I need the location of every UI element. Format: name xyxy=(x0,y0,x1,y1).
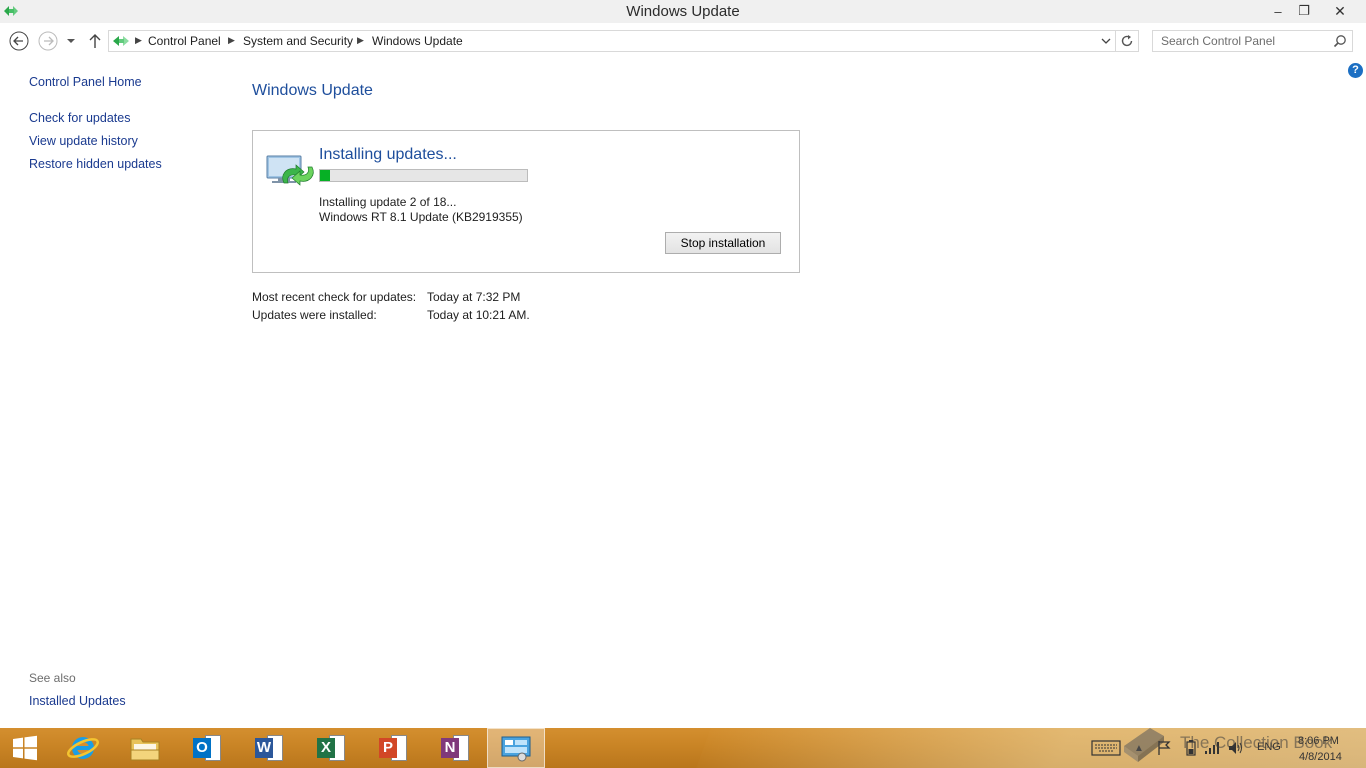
close-button[interactable]: ✕ xyxy=(1317,0,1363,22)
excel-icon: X xyxy=(317,735,345,761)
help-icon[interactable]: ? xyxy=(1348,63,1363,78)
minimize-button[interactable]: – xyxy=(1265,0,1291,22)
address-bar[interactable]: ▶ Control Panel ▶ System and Security ▶ … xyxy=(108,30,1116,52)
back-arrow-icon xyxy=(9,31,29,51)
restore-hidden-updates-link[interactable]: Restore hidden updates xyxy=(29,157,162,171)
title-bar: Windows Update – ❐ ✕ xyxy=(0,0,1366,23)
breadcrumb-control-panel[interactable]: Control Panel xyxy=(148,34,221,48)
internet-explorer-button[interactable] xyxy=(54,728,112,768)
control-panel-button[interactable] xyxy=(487,728,545,768)
file-explorer-button[interactable] xyxy=(116,728,174,768)
up-button[interactable] xyxy=(84,30,106,52)
outlook-icon: O xyxy=(193,735,221,761)
windows-update-icon xyxy=(266,155,314,186)
breadcrumb-separator-icon[interactable]: ▶ xyxy=(357,35,364,46)
window-title: Windows Update xyxy=(626,3,740,20)
stop-installation-button[interactable]: Stop installation xyxy=(665,232,781,254)
powerpoint-button[interactable]: P xyxy=(364,728,422,768)
restore-button[interactable]: ❐ xyxy=(1291,0,1317,22)
forward-arrow-icon xyxy=(38,31,58,51)
update-status-panel: Installing updates... Installing update … xyxy=(252,130,800,273)
refresh-button[interactable] xyxy=(1115,30,1139,52)
clock-date[interactable]: 4/8/2014 xyxy=(1299,751,1342,763)
breadcrumb-separator-icon[interactable]: ▶ xyxy=(228,35,235,46)
windows-logo-icon xyxy=(13,735,37,761)
search-icon[interactable] xyxy=(1333,34,1347,48)
see-also-heading: See also xyxy=(29,671,76,685)
recent-check-value: Today at 7:32 PM xyxy=(427,290,521,304)
forward-button[interactable] xyxy=(37,30,59,52)
book-logo-icon xyxy=(1124,728,1164,762)
control-panel-icon xyxy=(113,36,129,46)
breadcrumb-system-security[interactable]: System and Security xyxy=(243,34,353,48)
control-panel-home-link[interactable]: Control Panel Home xyxy=(29,75,142,89)
excel-button[interactable]: X xyxy=(302,728,360,768)
progress-fill xyxy=(320,170,331,181)
start-button[interactable] xyxy=(0,728,50,768)
outlook-button[interactable]: O xyxy=(178,728,236,768)
chevron-down-icon xyxy=(1101,38,1111,44)
search-box[interactable] xyxy=(1152,30,1353,52)
chevron-down-icon xyxy=(67,39,75,43)
recent-locations-button[interactable] xyxy=(63,30,79,52)
word-icon: W xyxy=(255,735,283,761)
current-update-name: Windows RT 8.1 Update (KB2919355) xyxy=(319,210,523,224)
word-button[interactable]: W xyxy=(240,728,298,768)
search-input[interactable] xyxy=(1153,31,1331,51)
back-button[interactable] xyxy=(8,30,30,52)
breadcrumb-windows-update[interactable]: Windows Update xyxy=(372,34,463,48)
navigation-bar: ▶ Control Panel ▶ System and Security ▶ … xyxy=(0,23,1366,57)
installation-progress-bar xyxy=(319,169,528,182)
page-title: Windows Update xyxy=(252,82,373,99)
powerpoint-icon: P xyxy=(379,735,407,761)
check-for-updates-link[interactable]: Check for updates xyxy=(29,111,130,125)
onenote-button[interactable]: N xyxy=(426,728,484,768)
install-progress-text: Installing update 2 of 18... xyxy=(319,195,457,209)
recent-check-label: Most recent check for updates: xyxy=(252,290,417,304)
installed-updates-link[interactable]: Installed Updates xyxy=(29,694,126,708)
touch-keyboard-icon[interactable] xyxy=(1090,739,1122,757)
updates-installed-label: Updates were installed: xyxy=(252,308,377,322)
clock-time[interactable]: 8:06 PM xyxy=(1298,735,1339,747)
folder-icon xyxy=(130,738,160,761)
control-panel-icon xyxy=(501,736,531,762)
internet-explorer-icon xyxy=(67,737,99,759)
updates-installed-value: Today at 10:21 AM. xyxy=(427,308,530,322)
onenote-icon: N xyxy=(441,735,469,761)
refresh-icon xyxy=(1121,35,1132,47)
up-arrow-icon xyxy=(89,34,101,48)
address-dropdown-button[interactable] xyxy=(1097,30,1115,52)
view-update-history-link[interactable]: View update history xyxy=(29,134,138,148)
breadcrumb-separator-icon[interactable]: ▶ xyxy=(135,35,142,46)
installing-updates-heading: Installing updates... xyxy=(319,146,457,163)
